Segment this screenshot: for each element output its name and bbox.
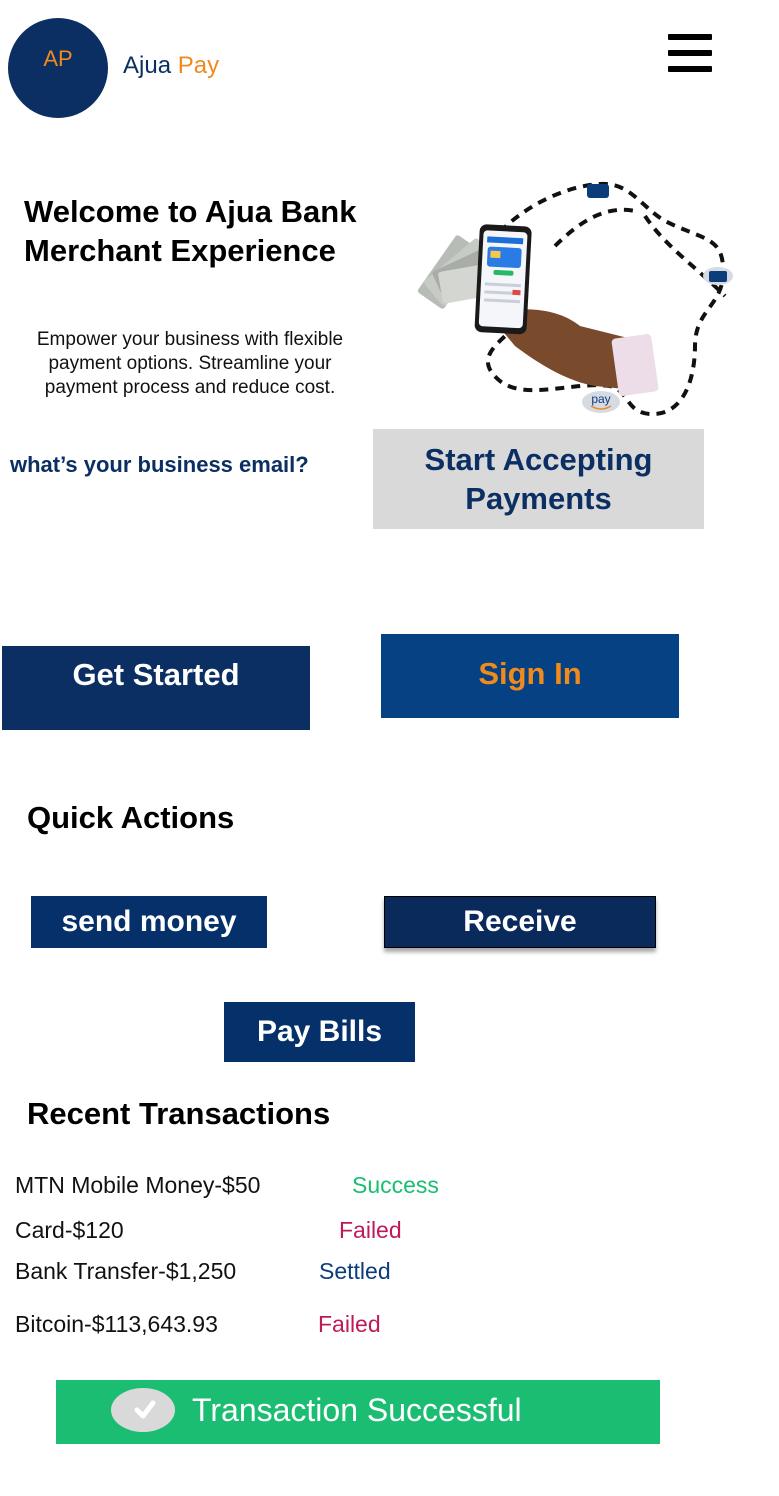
sign-in-button[interactable]: Sign In [381,634,679,718]
brand-name-accent: Pay [177,52,220,79]
transaction-status-settled: Settled [319,1258,391,1284]
brand-name-primary: Ajua [123,52,172,79]
transaction-status-failed: Failed [339,1217,402,1243]
check-icon [111,1388,175,1432]
recent-transactions-title: Recent Transactions [27,1096,331,1131]
transaction-description: Bank Transfer-$1,250 [15,1258,237,1284]
logo-initials: AP [43,46,73,71]
pay-badge-icon: pay [582,391,620,413]
transaction-status-success: Success [352,1172,439,1198]
pay-badge-label: pay [591,392,610,406]
send-money-label: send money [61,905,237,938]
start-accepting-payments-button[interactable]: Start Accepting Payments [373,429,704,529]
transaction-description: Card-$120 [15,1217,124,1243]
phone [474,224,532,335]
logo-avatar[interactable]: AP [8,18,108,118]
start-accepting-payments-label: Start Accepting Payments [424,442,653,516]
hamburger-menu-icon[interactable] [668,32,714,74]
receive-button[interactable]: Receive [384,896,656,948]
transaction-description: Bitcoin-$113,643.93 [15,1311,218,1337]
transaction-success-toast: Transaction Successful [56,1380,660,1444]
quick-actions-title: Quick Actions [27,800,235,835]
business-email-input[interactable] [8,448,362,482]
transaction-status-failed: Failed [318,1311,381,1337]
sign-in-label: Sign In [478,655,582,691]
pay-bills-button[interactable]: Pay Bills [224,1002,415,1062]
hero-description: Empower your business with flexible paym… [36,329,344,398]
toast-message: Transaction Successful [192,1392,522,1428]
send-money-button[interactable]: send money [31,896,267,948]
receive-label: Receive [463,905,577,938]
pay-bills-label: Pay Bills [256,1015,383,1048]
hero-title: Welcome to Ajua Bank Merchant Experience [24,194,357,268]
brand-name: Ajua Pay [123,52,219,80]
wallet-icon [587,184,609,198]
phone-payment-illustration: pay [417,181,733,417]
card-icon [703,267,733,285]
transaction-description: MTN Mobile Money-$50 [15,1172,261,1198]
get-started-label: Get Started [72,656,240,692]
get-started-button[interactable]: Get Started [2,646,310,730]
